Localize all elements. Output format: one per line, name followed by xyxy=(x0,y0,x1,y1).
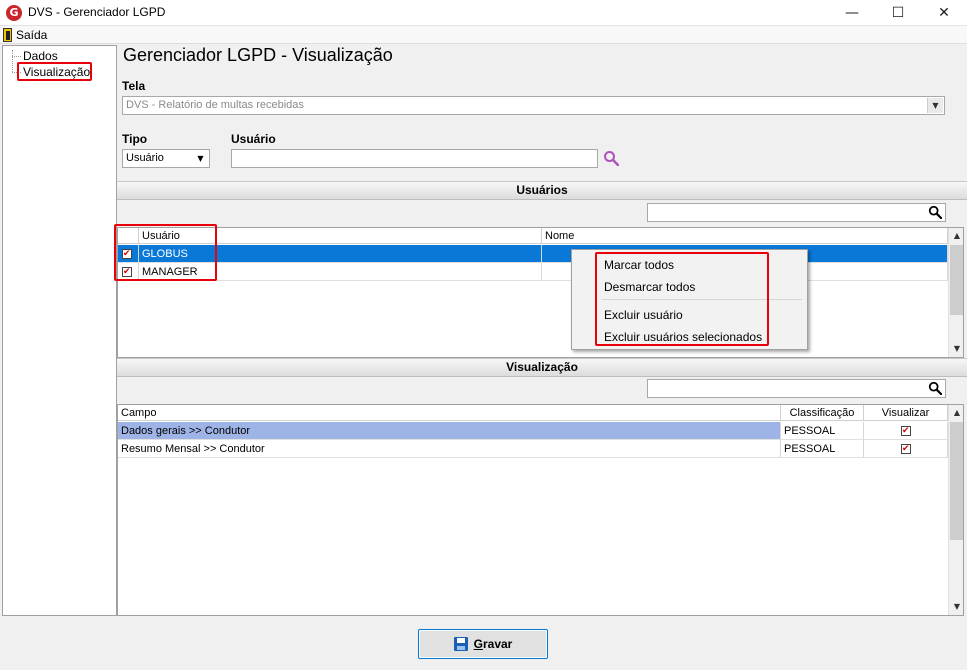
tela-select-value: DVS - Relatório de multas recebidas xyxy=(126,99,304,111)
table-cell-visualizar[interactable] xyxy=(864,422,948,440)
window-title: DVS - Gerenciador LGPD xyxy=(28,5,166,19)
save-button-label: Gravar xyxy=(473,637,513,651)
column-header-visualizar[interactable]: Visualizar xyxy=(864,405,948,421)
search-icon[interactable] xyxy=(928,381,942,395)
close-button[interactable]: ✕ xyxy=(921,0,967,26)
visualizacao-section-header: Visualização xyxy=(117,358,967,377)
usuarios-section-header: Usuários xyxy=(117,181,967,200)
table-cell-visualizar[interactable] xyxy=(864,440,948,458)
tree-connector-line xyxy=(12,50,13,72)
menu-bar: Saída xyxy=(0,26,967,44)
scroll-up-icon[interactable]: ▲ xyxy=(949,228,963,244)
usuario-field-label: Usuário xyxy=(231,132,276,146)
usuarios-grid: Usuário Nome GLOBUS MANAGER ▲ ▼ xyxy=(117,227,964,358)
visualizacao-scrollbar[interactable]: ▲ ▼ xyxy=(948,405,963,615)
tipo-select[interactable]: Usuário ▼ xyxy=(122,149,210,168)
exit-menu-item[interactable]: Saída xyxy=(3,27,47,43)
usuarios-filter-input[interactable] xyxy=(647,203,946,222)
exit-menu-label: Saída xyxy=(16,28,48,42)
column-header-classificacao[interactable]: Classificação xyxy=(781,405,864,421)
title-bar: G DVS - Gerenciador LGPD — ☐ ✕ xyxy=(0,0,967,26)
tela-label: Tela xyxy=(122,79,146,93)
exit-door-icon xyxy=(3,28,12,42)
save-button[interactable]: Gravar xyxy=(418,629,548,659)
visualizar-checkbox[interactable] xyxy=(901,424,911,436)
scroll-thumb[interactable] xyxy=(950,245,963,315)
tree-connector-branch xyxy=(12,56,21,57)
highlight-box xyxy=(17,62,92,81)
minimize-button[interactable]: — xyxy=(829,0,875,26)
scroll-down-icon[interactable]: ▼ xyxy=(949,341,963,357)
highlight-box xyxy=(595,252,769,346)
chevron-down-icon[interactable]: ▼ xyxy=(193,151,208,166)
navigation-tree: Dados Visualização xyxy=(2,45,117,616)
tipo-label: Tipo xyxy=(122,132,148,146)
table-cell-campo[interactable]: Resumo Mensal >> Condutor xyxy=(118,440,781,458)
scroll-up-icon[interactable]: ▲ xyxy=(949,405,963,421)
table-cell-classificacao[interactable]: PESSOAL xyxy=(781,440,864,458)
table-cell-classificacao[interactable]: PESSOAL xyxy=(781,422,864,440)
page-title: Gerenciador LGPD - Visualização xyxy=(123,45,393,65)
column-header-campo[interactable]: Campo xyxy=(118,405,781,421)
app-logo-icon: G xyxy=(6,5,22,21)
visualizacao-filter-input[interactable] xyxy=(647,379,946,398)
visualizacao-grid: Campo Classificação Visualizar Dados ger… xyxy=(117,404,964,616)
maximize-button[interactable]: ☐ xyxy=(875,0,921,26)
column-header-nome[interactable]: Nome xyxy=(542,228,948,244)
scroll-thumb[interactable] xyxy=(950,422,963,540)
tela-select[interactable]: DVS - Relatório de multas recebidas ▼ xyxy=(122,96,945,115)
tipo-select-value: Usuário xyxy=(126,152,164,164)
context-menu: Marcar todos Desmarcar todos Excluir usu… xyxy=(571,249,808,350)
table-cell-campo[interactable]: Dados gerais >> Condutor xyxy=(118,422,781,440)
search-icon[interactable] xyxy=(928,205,942,219)
scroll-down-icon[interactable]: ▼ xyxy=(949,599,963,615)
highlight-box xyxy=(114,224,217,281)
usuario-input[interactable] xyxy=(231,149,598,168)
floppy-disk-icon xyxy=(453,637,468,651)
usuarios-scrollbar[interactable]: ▲ ▼ xyxy=(948,228,963,357)
search-icon[interactable] xyxy=(603,150,619,166)
tree-item-dados[interactable]: Dados xyxy=(23,49,58,63)
chevron-down-icon[interactable]: ▼ xyxy=(927,98,943,113)
visualizar-checkbox[interactable] xyxy=(901,442,911,454)
